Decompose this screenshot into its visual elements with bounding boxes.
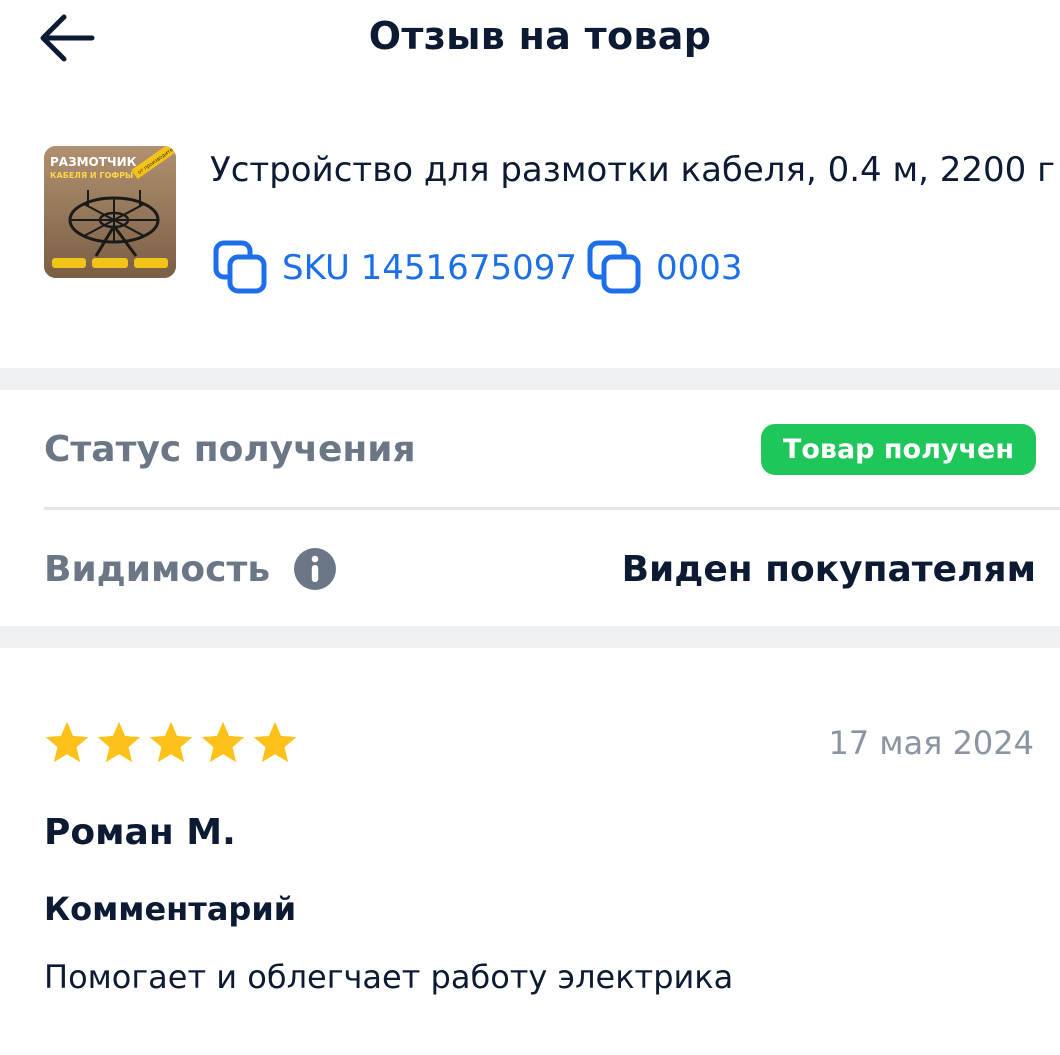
receipt-status-label: Статус получения [44,428,416,470]
product-thumbnail[interactable]: РАЗМОТЧИК КАБЕЛЯ И ГОФРЫ от производител… [44,146,176,278]
product-name: Устройство для размотки кабеля, 0.4 м, 2… [210,150,1055,190]
thumb-title-2: КАБЕЛЯ И ГОФРЫ [50,171,133,180]
info-icon[interactable] [292,546,338,592]
receipt-status-row: Статус получения Товар получен [44,394,1036,504]
copy-icon [212,238,272,298]
status-badge: Товар получен [760,423,1036,475]
copy-sku-button[interactable]: SKU 1451675097 [212,238,577,298]
visibility-label: Видимость [44,548,271,590]
comment-text: Помогает и облегчает работу электрика [44,958,734,996]
star-icon [45,721,89,763]
copy-code-button[interactable]: 0003 [586,238,743,298]
article-code-label: 0003 [656,248,743,288]
star-icon [149,721,193,763]
divider [44,507,1060,510]
copy-icon [586,238,646,298]
section-separator [0,368,1060,390]
page-title: Отзыв на товар [368,14,712,58]
visibility-label-group: Видимость [44,546,338,592]
thumb-title-1: РАЗМОТЧИК [50,155,137,169]
star-rating [42,718,302,768]
comment-heading: Комментарий [44,890,297,928]
visibility-value: Виден покупателям [621,548,1036,590]
product-image: РАЗМОТЧИК КАБЕЛЯ И ГОФРЫ от производител… [44,146,176,278]
section-separator [0,626,1060,648]
product-card: РАЗМОТЧИК КАБЕЛЯ И ГОФРЫ от производител… [0,130,1060,330]
star-icon [97,721,141,763]
header: Отзыв на товар [0,0,1060,80]
review-author: Роман М. [44,812,236,853]
star-icon [201,721,245,763]
star-icon [253,721,297,763]
visibility-row: Видимость Виден покупателям [44,514,1036,624]
review-date: 17 мая 2024 [828,724,1035,762]
sku-label: SKU 1451675097 [282,248,577,288]
